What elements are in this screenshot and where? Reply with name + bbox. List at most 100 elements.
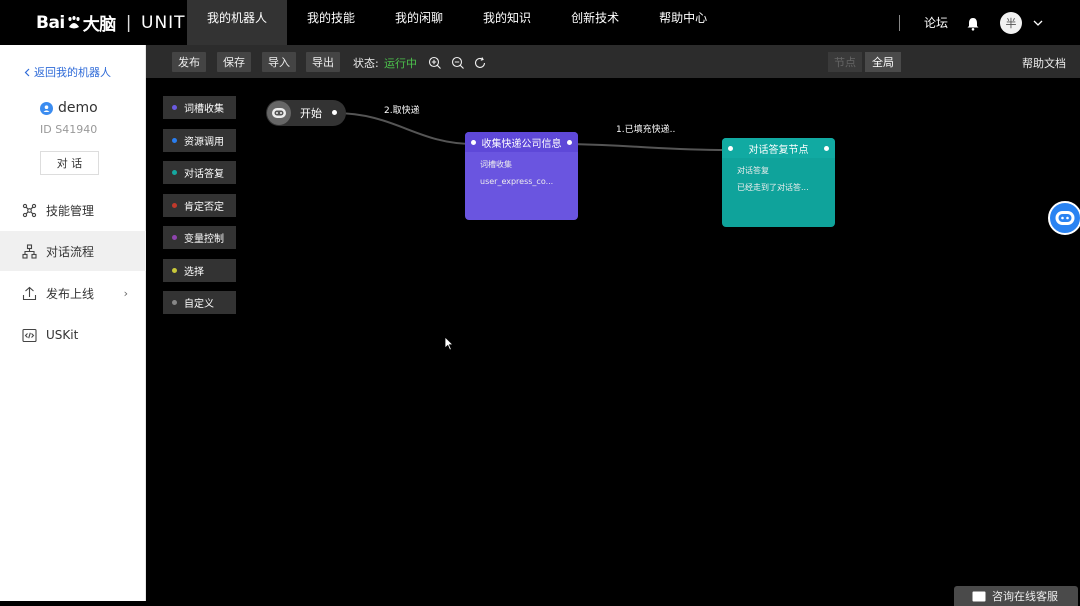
avatar[interactable]: 半 bbox=[1000, 11, 1022, 34]
node-out-port[interactable] bbox=[824, 146, 829, 151]
palette-dot bbox=[172, 138, 177, 143]
start-node[interactable]: 开始 bbox=[266, 100, 346, 126]
node-in-port[interactable] bbox=[471, 140, 476, 145]
start-out-port[interactable] bbox=[332, 110, 337, 115]
chevron-right-icon: › bbox=[123, 286, 128, 300]
online-service-button[interactable]: 咨询在线客服 bbox=[954, 586, 1078, 606]
upload-icon bbox=[21, 285, 37, 301]
node-type: 词槽收集 bbox=[480, 160, 512, 169]
node-type: 对话答复 bbox=[737, 166, 769, 175]
palette-label: 选择 bbox=[184, 267, 204, 278]
left-sidebar: 返回我的机器人 demo ID S41940 对 话 技能管理 对话流程 发布上… bbox=[0, 45, 146, 601]
edge-collect-to-reply bbox=[571, 143, 729, 151]
baidu-unit-logo[interactable]: Bai 大脑 | UNIT bbox=[36, 0, 186, 45]
paw-icon bbox=[68, 15, 80, 28]
node-out-port[interactable] bbox=[567, 140, 572, 145]
nav-my-skills[interactable]: 我的技能 bbox=[287, 0, 375, 45]
view-node-toggle[interactable]: 节点 bbox=[828, 52, 862, 72]
refresh-icon[interactable] bbox=[473, 55, 487, 69]
help-doc-link[interactable]: 帮助文档 bbox=[1022, 55, 1066, 71]
save-button[interactable]: 保存 bbox=[217, 52, 251, 72]
product-name: UNIT bbox=[141, 12, 186, 33]
palette-dot bbox=[172, 170, 177, 175]
palette-resource-call[interactable]: 资源调用 bbox=[163, 129, 236, 152]
palette-yes-no[interactable]: 肯定否定 bbox=[163, 194, 236, 217]
start-label: 开始 bbox=[300, 107, 322, 120]
skill-graph-icon bbox=[21, 202, 37, 218]
edge-label-pickup[interactable]: 2.取快递 bbox=[384, 103, 420, 116]
mouse-cursor-icon bbox=[444, 336, 454, 351]
flow-toolbar: 发布 保存 导入 导出 状态: 运行中 节点 全局 帮助文档 bbox=[146, 45, 1080, 78]
status-value: 运行中 bbox=[384, 57, 417, 70]
palette-label: 资源调用 bbox=[184, 137, 224, 148]
bell-icon[interactable] bbox=[966, 16, 980, 31]
edge-label-filled[interactable]: 1.已填充快递.. bbox=[616, 122, 675, 135]
palette-label: 变量控制 bbox=[184, 234, 224, 245]
node-value: 已经走到了对话答... bbox=[737, 183, 809, 192]
nav-my-knowledge[interactable]: 我的知识 bbox=[463, 0, 551, 45]
brand-text: Bai bbox=[36, 12, 65, 33]
palette-dot bbox=[172, 203, 177, 208]
flow-tree-icon bbox=[21, 243, 37, 259]
palette-label: 对话答复 bbox=[184, 169, 224, 180]
export-button[interactable]: 导出 bbox=[306, 52, 340, 72]
palette-variable-control[interactable]: 变量控制 bbox=[163, 226, 236, 249]
palette-choice[interactable]: 选择 bbox=[163, 259, 236, 282]
bot-id: ID S41940 bbox=[40, 123, 98, 136]
palette-dot bbox=[172, 268, 177, 273]
sidebar-item-label: 对话流程 bbox=[46, 244, 95, 259]
chevron-down-icon[interactable] bbox=[1028, 13, 1048, 33]
nav-innovation[interactable]: 创新技术 bbox=[551, 0, 639, 45]
top-nav-bar: Bai 大脑 | UNIT 我的机器人 我的技能 我的闲聊 我的知识 创新技术 … bbox=[0, 0, 1080, 45]
zoom-in-icon[interactable] bbox=[428, 55, 442, 69]
back-link-label: 返回我的机器人 bbox=[34, 66, 111, 79]
nav-my-bots[interactable]: 我的机器人 bbox=[187, 0, 288, 45]
sidebar-item-dialog-flow[interactable]: 对话流程 bbox=[0, 231, 146, 271]
palette-dot bbox=[172, 235, 177, 240]
import-button[interactable]: 导入 bbox=[262, 52, 296, 72]
sidebar-item-label: USKit bbox=[46, 328, 79, 342]
online-service-label: 咨询在线客服 bbox=[992, 590, 1058, 603]
chat-icon bbox=[972, 591, 986, 601]
status-label: 状态: bbox=[353, 57, 379, 70]
palette-dialog-reply[interactable]: 对话答复 bbox=[163, 161, 236, 184]
node-collect-express-company[interactable]: 收集快递公司信息 词槽收集 user_express_co... bbox=[465, 132, 578, 220]
publish-button[interactable]: 发布 bbox=[172, 52, 206, 72]
chevron-left-icon bbox=[24, 68, 30, 76]
forum-link[interactable]: 论坛 bbox=[924, 14, 948, 31]
code-icon bbox=[21, 327, 37, 343]
bot-name: demo bbox=[40, 100, 98, 116]
nav-my-chitchat[interactable]: 我的闲聊 bbox=[375, 0, 463, 45]
user-area: 论坛 半 bbox=[898, 0, 1080, 45]
node-body: 对话答复 已经走到了对话答... bbox=[722, 158, 835, 196]
flow-edges bbox=[333, 112, 729, 151]
sidebar-item-label: 技能管理 bbox=[46, 203, 95, 218]
palette-custom[interactable]: 自定义 bbox=[163, 291, 236, 314]
sidebar-item-publish[interactable]: 发布上线 › bbox=[0, 273, 146, 313]
palette-label: 肯定否定 bbox=[184, 202, 224, 213]
palette-slot-collect[interactable]: 词槽收集 bbox=[163, 96, 236, 119]
node-in-port[interactable] bbox=[728, 146, 733, 151]
palette-dot bbox=[172, 105, 177, 110]
robot-icon bbox=[267, 101, 291, 125]
brand-suffix: 大脑 bbox=[82, 15, 117, 35]
view-global-toggle[interactable]: 全局 bbox=[865, 52, 901, 72]
node-value: user_express_co... bbox=[480, 177, 554, 186]
node-title: 收集快递公司信息 bbox=[481, 138, 562, 150]
node-body: 词槽收集 user_express_co... bbox=[465, 152, 578, 190]
assistant-robot-icon[interactable] bbox=[1048, 201, 1080, 235]
back-to-bots-link[interactable]: 返回我的机器人 bbox=[24, 64, 111, 80]
node-dialog-reply[interactable]: 对话答复节点 对话答复 已经走到了对话答... bbox=[722, 138, 835, 227]
palette-dot bbox=[172, 300, 177, 305]
flow-canvas[interactable]: 词槽收集 资源调用 对话答复 肯定否定 变量控制 选择 自定义 开始 2.取快递… bbox=[146, 78, 1080, 601]
sidebar-item-skills[interactable]: 技能管理 bbox=[0, 190, 146, 230]
sidebar-item-uskit[interactable]: USKit bbox=[0, 315, 146, 355]
bot-name-text: demo bbox=[58, 100, 98, 116]
nav-help-center[interactable]: 帮助中心 bbox=[639, 0, 727, 45]
divider bbox=[898, 14, 900, 31]
zoom-out-icon[interactable] bbox=[451, 55, 465, 69]
sidebar-item-label: 发布上线 bbox=[46, 286, 95, 301]
node-header: 对话答复节点 bbox=[722, 138, 835, 158]
bot-badge-icon bbox=[40, 101, 53, 115]
talk-button[interactable]: 对 话 bbox=[40, 151, 99, 175]
